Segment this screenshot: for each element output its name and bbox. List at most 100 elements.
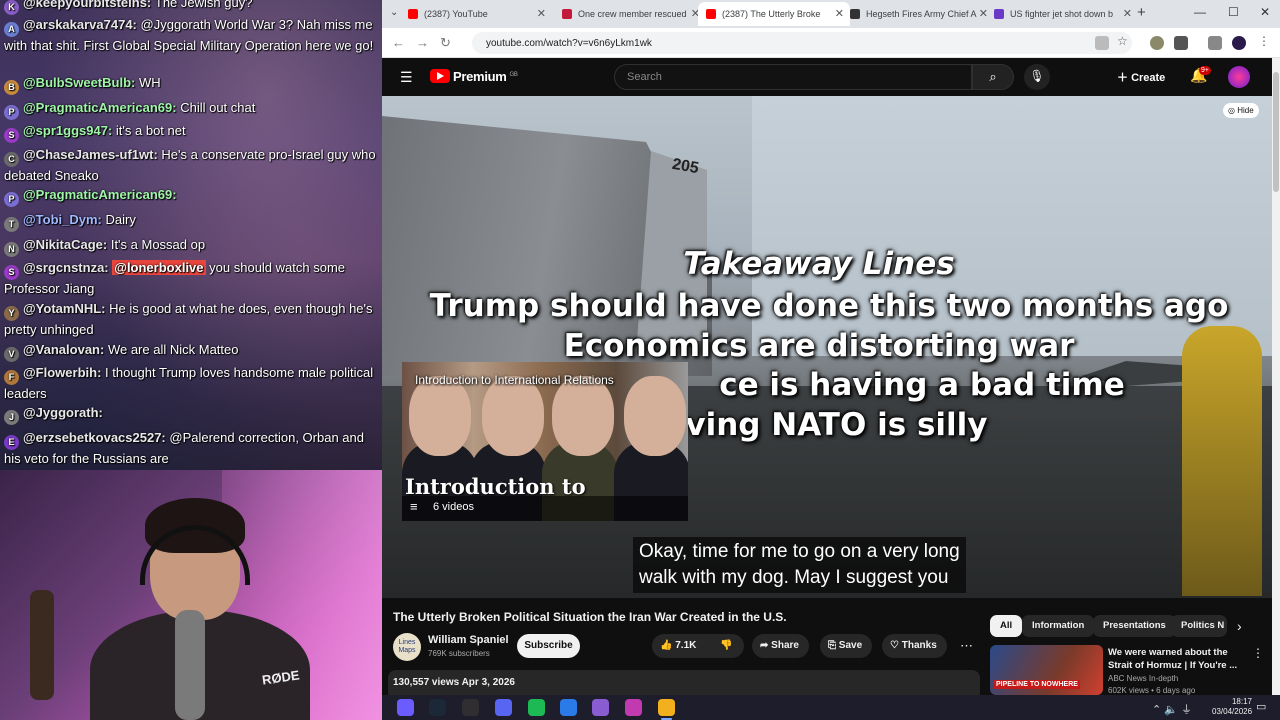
bookmark-star-icon[interactable]: ☆ [1117,34,1131,48]
closed-captions: Okay, time for me to go on a very long w… [633,537,966,593]
page-scrollbar[interactable] [1272,58,1280,695]
chat-avatar: N [4,242,19,257]
hide-button[interactable]: ◎ Hide [1223,103,1259,118]
stream-chat: K @keepyourbitsteins: The Jewish guy? A @ar… [0,0,382,470]
chat-username[interactable]: @Jyggorath: [23,405,103,420]
url-field[interactable]: youtube.com/watch?v=v6n6yLkm1wk [472,32,1132,54]
tab-title: Hegseth Fires Army Chief A [866,9,977,19]
extensions-puzzle-icon[interactable] [1174,36,1188,50]
chat-username[interactable]: @erzsebetkovacs2527: [23,430,166,445]
chip-politics[interactable]: Politics N [1171,615,1227,637]
playlist-icon: ≡ [410,499,418,514]
back-icon[interactable]: ← [392,35,405,50]
spotify-icon[interactable] [528,699,545,716]
screen: K @keepyourbitsteins: The Jewish guy? A @ar… [0,0,1280,720]
share-button[interactable]: ➦ Share [752,634,809,658]
system-tray[interactable]: ⌃ 🔈 ⏚ [1152,701,1192,717]
chat-username[interactable]: @YotamNHL: [23,301,106,316]
browser-tab[interactable]: US fighter jet shot down b ✕ [986,2,1138,26]
caption-line: walk with my dog. May I suggest you [639,567,949,588]
chat-avatar: P [4,105,19,120]
overlay-line: Trump should have done this two months a… [429,288,1229,324]
chat-mention: @lonerboxlive [112,260,206,275]
chip-all[interactable]: All [990,615,1023,637]
chat-message: T @Tobi_Dym: Dairy [4,211,380,232]
chat-username[interactable]: @Vanalovan: [23,342,104,357]
minimize-button[interactable]: — [1194,5,1206,19]
tab-search-chevron-icon[interactable]: ⌄ [390,7,398,18]
chat-avatar: V [4,347,19,362]
chat-username[interactable]: @Flowerbih: [23,365,101,380]
search-input[interactable]: Search [614,64,972,90]
chat-username[interactable]: @arskakarva7474: [23,17,137,32]
chat-text: It's a Mossad op [110,237,206,252]
chat-username[interactable]: @PragmaticAmerican69: [23,187,177,202]
chat-username[interactable]: @NikitaCage: [23,237,107,252]
save-button[interactable]: ⎘ Save [820,634,873,658]
install-app-icon[interactable] [1095,36,1109,50]
account-avatar[interactable] [1228,66,1250,88]
profile-icon[interactable] [1232,36,1246,50]
like-button[interactable]: 👍 7.1K [660,640,696,651]
chat-username[interactable]: @srgcnstnza: [23,260,109,275]
chat-username[interactable]: @keepyourbitsteins: [23,0,151,10]
dislike-icon[interactable]: 👎 [720,640,732,651]
chevron-right-icon[interactable]: › [1237,618,1242,634]
clock[interactable]: 18:17 03/04/2026 [1212,697,1252,717]
more-actions-icon[interactable]: ⋯ [960,638,973,654]
app-pink-icon[interactable] [625,699,642,716]
browser-tab[interactable]: One crew member rescued ✕ [554,2,706,26]
tab-favicon-icon [994,9,1004,19]
thanks-button[interactable]: ♡ Thanks [882,634,947,658]
obs-icon[interactable] [462,699,479,716]
close-window-button[interactable]: ✕ [1260,5,1270,19]
maximize-button[interactable]: ☐ [1228,5,1239,19]
chat-username[interactable]: @ChaseJames-uf1wt: [23,147,158,162]
video-player[interactable]: 205 ◎ Hide Takeaway Lines Trump should h… [382,96,1272,598]
playlist-count: 6 videos [433,501,474,513]
face-1 [409,376,471,456]
notification-center-icon[interactable]: ▭ [1256,700,1266,713]
chat-username[interactable]: @PragmaticAmerican69: [23,100,177,115]
extension-icon[interactable] [1150,36,1164,50]
search-icon[interactable]: ⌕ [972,64,1014,90]
browser-menu-icon[interactable]: ⋮ [1258,34,1272,48]
recommended-thumbnail[interactable]: PIPELINE TO NOWHERE [990,645,1103,695]
browser-tab[interactable]: (2387) The Utterly Broke ✕ [698,2,850,26]
chat-avatar: T [4,217,19,232]
media-controls-icon[interactable] [1208,36,1222,50]
windows-start-icon[interactable] [397,699,414,716]
forward-icon[interactable]: → [416,35,429,50]
recommended-menu-icon[interactable]: ⋮ [1252,646,1264,660]
chat-username[interactable]: @BulbSweetBulb: [23,75,135,90]
chat-username[interactable]: @Tobi_Dym: [23,212,102,227]
create-button[interactable]: ＋ Create [1117,69,1165,85]
channel-avatar[interactable]: Lines Maps [393,633,421,661]
channel-name[interactable]: William Spaniel [428,634,509,646]
chrome-icon[interactable] [658,699,675,720]
app-blue-icon[interactable] [560,699,577,716]
recommended-title[interactable]: We were warned about the Strait of Hormu… [1108,646,1248,672]
voice-search-icon[interactable]: 🎙 [1024,64,1050,90]
chat-message: V @Vanalovan: We are all Nick Matteo [4,341,380,362]
discord-icon[interactable] [495,699,512,716]
menu-icon[interactable]: ☰ [400,69,413,86]
steam-icon[interactable] [429,699,446,716]
chat-message: S @srgcnstnza: @lonerboxlive you should w… [4,259,380,298]
scrollbar-thumb[interactable] [1273,72,1279,192]
chat-username[interactable]: @spr1ggs947: [23,123,112,138]
tab-close-icon[interactable]: ✕ [1123,7,1132,20]
browser-tab[interactable]: Hegseth Fires Army Chief A ✕ [842,2,994,26]
chip-information[interactable]: Information [1022,615,1095,637]
recommended-channel[interactable]: ABC News In-depth [1108,673,1195,685]
youtube-logo-icon[interactable] [430,69,450,83]
browser-tab[interactable]: (2387) YouTube ✕ [400,2,552,26]
youtube-brand[interactable]: Premium GB [453,69,518,84]
subscribe-button[interactable]: Subscribe [517,634,580,658]
chip-presentations[interactable]: Presentations [1093,615,1176,637]
app-purple-icon[interactable] [592,699,609,716]
reload-icon[interactable]: ↻ [440,35,451,51]
playlist-card[interactable]: Introduction to International Relations … [402,362,688,521]
tab-close-icon[interactable]: ✕ [537,7,546,20]
new-tab-button[interactable]: + [1137,4,1146,21]
